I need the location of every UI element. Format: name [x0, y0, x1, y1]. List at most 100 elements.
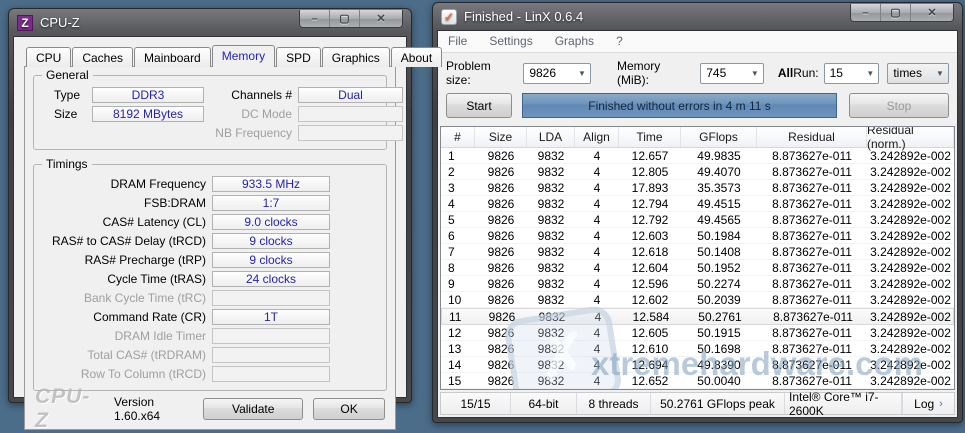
general-legend: General: [42, 68, 93, 82]
status-segment-2: 8 threads: [577, 393, 651, 414]
table-row[interactable]: 198269832412.65749.98358.873627e-0113.24…: [441, 148, 954, 164]
memory-label: Memory (MiB):: [617, 59, 695, 87]
tab-caches[interactable]: Caches: [72, 47, 133, 67]
cell-time: 12.584: [620, 309, 682, 324]
cell-residual-norm-: 3.242892e-002: [867, 260, 954, 275]
table-row[interactable]: 598269832412.79249.45658.873627e-0113.24…: [441, 212, 954, 228]
tab-spd[interactable]: SPD: [276, 47, 321, 67]
cell-time: 12.603: [619, 228, 681, 243]
cell-align: 4: [575, 292, 619, 307]
progress-text: Finished without errors in 4 m 11 s: [588, 99, 771, 113]
cell-residual-norm-: 3.242892e-002: [868, 309, 953, 324]
close-button[interactable]: ✕: [360, 10, 402, 28]
table-row[interactable]: 398269832417.89335.35738.873627e-0113.24…: [441, 180, 954, 196]
ok-button[interactable]: OK: [313, 398, 385, 420]
maximize-button[interactable]: ▢: [881, 4, 911, 22]
cell-residual: 8.873627e-011: [757, 341, 867, 356]
cell-lda: 9832: [528, 309, 576, 324]
run-combo[interactable]: 15 ▼: [824, 63, 880, 84]
cell-gflops: 50.2761: [682, 309, 758, 324]
cell--: 3: [441, 180, 475, 195]
tab-graphics[interactable]: Graphics: [322, 47, 390, 67]
validate-button[interactable]: Validate: [203, 398, 303, 420]
menu-help[interactable]: ?: [616, 34, 623, 48]
timing-row-to-column-trcd--row: Row To Column (tRCD): [42, 365, 378, 383]
linx-window-controls: – ▢ ✕: [850, 4, 954, 22]
timing-total-cas-trdram--label: Total CAS# (tRDRAM): [42, 348, 206, 362]
cell-size: 9826: [475, 373, 527, 388]
timing-dram-frequency-row: DRAM Frequency933.5 MHz: [42, 175, 378, 193]
column-header-residual[interactable]: Residual: [757, 127, 867, 147]
column-header-residual-norm-[interactable]: Residual (norm.): [867, 127, 954, 147]
menu-file[interactable]: File: [448, 34, 467, 48]
cell-lda: 9832: [527, 276, 575, 291]
cpuz-tab-bar: CPUCachesMainboardMemorySPDGraphicsAbout: [24, 45, 396, 67]
cell-residual-norm-: 3.242892e-002: [867, 325, 954, 340]
table-row[interactable]: 1098269832412.60250.20398.873627e-0113.2…: [441, 292, 954, 308]
menu-graphs[interactable]: Graphs: [555, 34, 594, 48]
linx-titlebar[interactable]: ✓ Finished - LinX 0.6.4 – ▢ ✕: [433, 3, 962, 30]
general-size-row: Size8192 MBytes: [42, 105, 204, 123]
cell-time: 12.610: [619, 341, 681, 356]
table-row[interactable]: 698269832412.60350.19848.873627e-0113.24…: [441, 228, 954, 244]
cell-residual: 8.873627e-011: [757, 325, 867, 340]
status-segment-3: 50.2761 GFlops peak: [651, 393, 785, 414]
general-type-row: TypeDDR3: [42, 86, 204, 104]
table-row[interactable]: 1398269832412.61050.16988.873627e-0113.2…: [441, 341, 954, 357]
cpuz-footer: CPU-Z Version 1.60.x64 Validate OK: [33, 391, 387, 425]
cell-lda: 9832: [527, 228, 575, 243]
tab-mainboard[interactable]: Mainboard: [134, 47, 211, 67]
cpuz-window-controls: – ▢ ✕: [299, 10, 403, 28]
timing-bank-cycle-time-trc--row: Bank Cycle Time (tRC): [42, 289, 378, 307]
stop-button[interactable]: Stop: [849, 93, 949, 118]
timing-ras-precharge-trp--row: RAS# Precharge (tRP)9 clocks: [42, 251, 378, 269]
cell-residual: 8.873627e-011: [757, 180, 867, 195]
cell-residual-norm-: 3.242892e-002: [867, 196, 954, 211]
table-row[interactable]: 1498269832412.69449.83908.873627e-0113.2…: [441, 357, 954, 373]
cell-residual: 8.873627e-011: [757, 292, 867, 307]
memory-combo[interactable]: 745 ▼: [700, 63, 764, 84]
minimize-button[interactable]: –: [851, 4, 881, 22]
column-header-gflops[interactable]: GFlops: [681, 127, 757, 147]
run-units-combo[interactable]: times ▼: [887, 63, 949, 84]
column-header-align[interactable]: Align: [575, 127, 619, 147]
tab-cpu[interactable]: CPU: [26, 47, 71, 67]
general-dc-mode-value: [298, 106, 403, 122]
cpuz-window-title: CPU-Z: [40, 15, 80, 30]
table-row[interactable]: 1298269832412.60550.19158.873627e-0113.2…: [441, 325, 954, 341]
table-row[interactable]: 798269832412.61850.14088.873627e-0113.24…: [441, 244, 954, 260]
cpuz-titlebar[interactable]: Z CPU-Z – ▢ ✕: [9, 9, 411, 36]
cell-lda: 9832: [527, 357, 575, 372]
status-log-button[interactable]: Log›: [902, 393, 954, 414]
column-header-size[interactable]: Size: [475, 127, 527, 147]
table-row[interactable]: 998269832412.59650.22748.873627e-0113.24…: [441, 276, 954, 292]
column-header-lda[interactable]: LDA: [527, 127, 575, 147]
tab-memory[interactable]: Memory: [212, 45, 275, 67]
table-row[interactable]: 1198269832412.58450.27618.873627e-0113.2…: [441, 308, 954, 325]
close-button[interactable]: ✕: [911, 4, 953, 22]
problem-size-combo[interactable]: 9826 ▼: [523, 63, 591, 84]
timing-ras-to-cas-delay-trcd--row: RAS# to CAS# Delay (tRCD)9 clocks: [42, 232, 378, 250]
cell-time: 12.602: [619, 292, 681, 307]
cell-align: 4: [575, 164, 619, 179]
progress-bar: Finished without errors in 4 m 11 s: [522, 93, 837, 118]
general-channels--row: Channels #Dual: [204, 86, 403, 104]
cell-gflops: 35.3573: [681, 180, 757, 195]
cell--: 15: [441, 373, 475, 388]
tab-about[interactable]: About: [391, 47, 442, 67]
table-row[interactable]: 498269832412.79449.45158.873627e-0113.24…: [441, 196, 954, 212]
table-row[interactable]: 1598269832412.65250.00408.873627e-0113.2…: [441, 373, 954, 389]
start-button[interactable]: Start: [446, 93, 512, 118]
menu-settings[interactable]: Settings: [489, 34, 532, 48]
cell-size: 9826: [475, 180, 527, 195]
cell-gflops: 50.1915: [681, 325, 757, 340]
minimize-button[interactable]: –: [300, 10, 330, 28]
timings-groupbox: Timings DRAM Frequency933.5 MHzFSB:DRAM1…: [33, 164, 387, 391]
table-row[interactable]: 298269832412.80549.40708.873627e-0113.24…: [441, 164, 954, 180]
maximize-button[interactable]: ▢: [330, 10, 360, 28]
chevron-down-icon: ▼: [574, 69, 590, 78]
column-header-time[interactable]: Time: [619, 127, 681, 147]
table-row[interactable]: 898269832412.60450.19528.873627e-0113.24…: [441, 260, 954, 276]
cell-size: 9826: [475, 341, 527, 356]
column-header--[interactable]: #: [441, 127, 475, 147]
